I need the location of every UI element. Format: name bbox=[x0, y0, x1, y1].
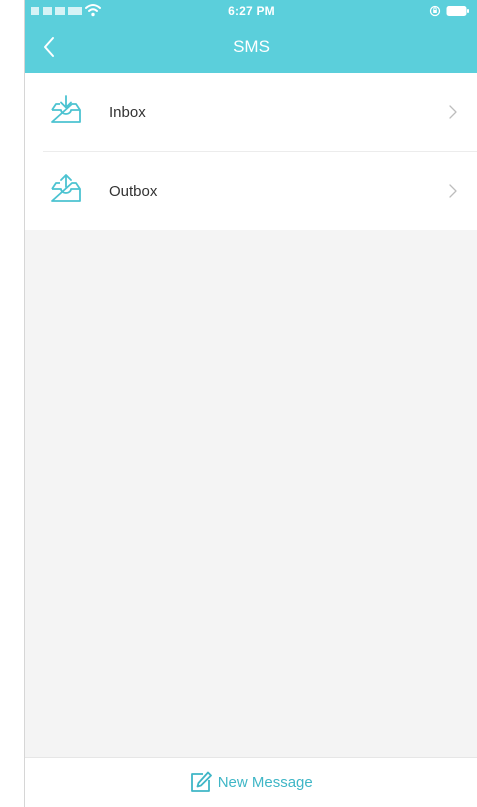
chevron-right-icon bbox=[449, 105, 457, 119]
new-message-content: New Message bbox=[190, 771, 313, 795]
status-time: 6:27 PM bbox=[228, 4, 275, 18]
bottom-bar: New Message bbox=[25, 757, 477, 807]
nav-bar: SMS bbox=[25, 22, 477, 73]
outbox-upload-icon bbox=[51, 174, 81, 202]
list-item-inbox[interactable]: Inbox bbox=[25, 73, 477, 152]
new-message-label: New Message bbox=[217, 773, 313, 791]
list-item-outbox[interactable]: Outbox bbox=[25, 152, 477, 230]
edit-icon bbox=[191, 771, 213, 792]
inbox-download-icon bbox=[51, 95, 81, 123]
mailbox-list: Inbox Outbox bbox=[25, 73, 477, 230]
page-title: SMS bbox=[233, 37, 270, 56]
chevron-right-icon bbox=[449, 184, 457, 198]
header: 6:27 PM SMS bbox=[25, 0, 477, 73]
list-item-label: Outbox bbox=[109, 183, 158, 200]
status-bar: 6:27 PM bbox=[25, 0, 477, 22]
rotation-lock-icon bbox=[429, 5, 441, 17]
battery-icon bbox=[446, 6, 469, 16]
phone-screen: 6:27 PM SMS Inbox Outbox New Message bbox=[24, 0, 477, 807]
new-message-button[interactable]: New Message bbox=[25, 758, 477, 807]
list-item-label: Inbox bbox=[109, 104, 146, 121]
